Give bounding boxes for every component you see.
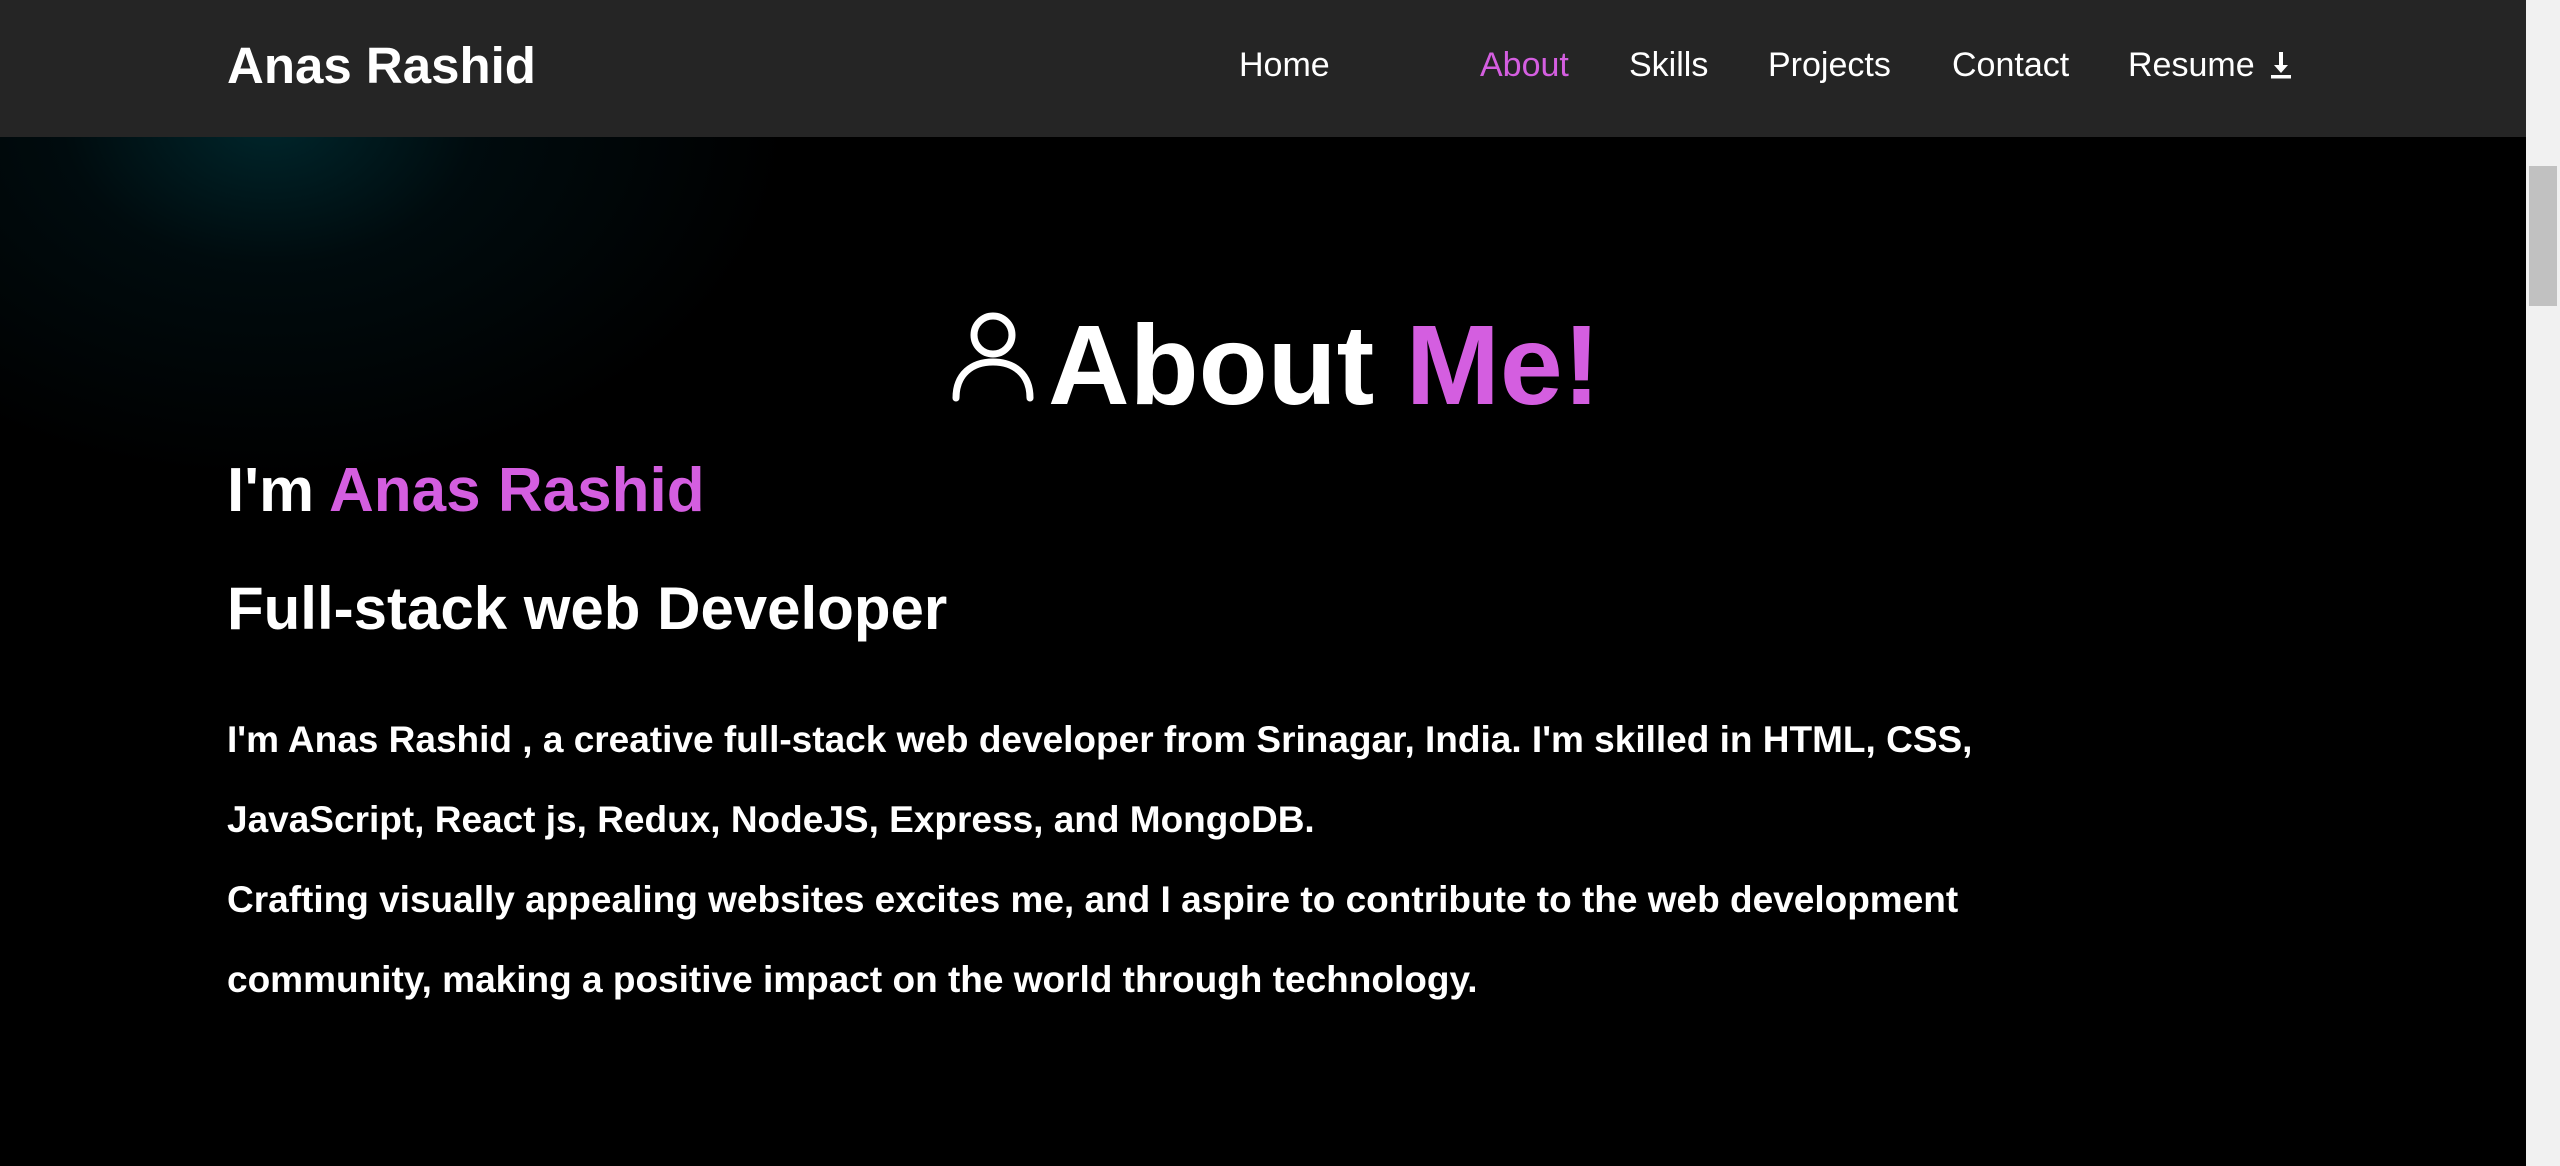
about-title-accent: Me!: [1405, 302, 1601, 428]
scrollbar-thumb[interactable]: [2529, 166, 2557, 306]
person-icon: [950, 310, 1036, 407]
nav-projects[interactable]: Projects: [1768, 44, 1891, 86]
intro-line: I'm Anas Rashid: [227, 455, 705, 527]
about-title-text: About Me!: [1048, 300, 1600, 430]
nav-contact[interactable]: Contact: [1952, 44, 2069, 86]
role-title: Full-stack web Developer: [227, 575, 948, 642]
bio-paragraph: Crafting visually appealing websites exc…: [227, 879, 1959, 1000]
scrollbar[interactable]: [2526, 0, 2560, 1166]
bio-paragraph: I'm Anas Rashid , a creative full-stack …: [227, 719, 1973, 840]
nav-resume-label: Resume: [2128, 46, 2255, 84]
bio-text: I'm Anas Rashid , a creative full-stack …: [227, 700, 2147, 1020]
page-viewport: Anas Rashid Home About Skills Projects C…: [0, 0, 2526, 1166]
nav-skills[interactable]: Skills: [1629, 44, 1708, 86]
intro-prefix: I'm: [227, 456, 330, 525]
intro-name: Anas Rashid: [329, 456, 705, 525]
download-icon: [2269, 48, 2293, 90]
brand-logo[interactable]: Anas Rashid: [227, 36, 536, 96]
nav-resume[interactable]: Resume: [2128, 44, 2293, 90]
nav-about[interactable]: About: [1480, 44, 1569, 86]
nav-home[interactable]: Home: [1239, 44, 1330, 86]
navbar: Anas Rashid Home About Skills Projects C…: [0, 0, 2526, 137]
about-title-main: About: [1048, 302, 1406, 428]
